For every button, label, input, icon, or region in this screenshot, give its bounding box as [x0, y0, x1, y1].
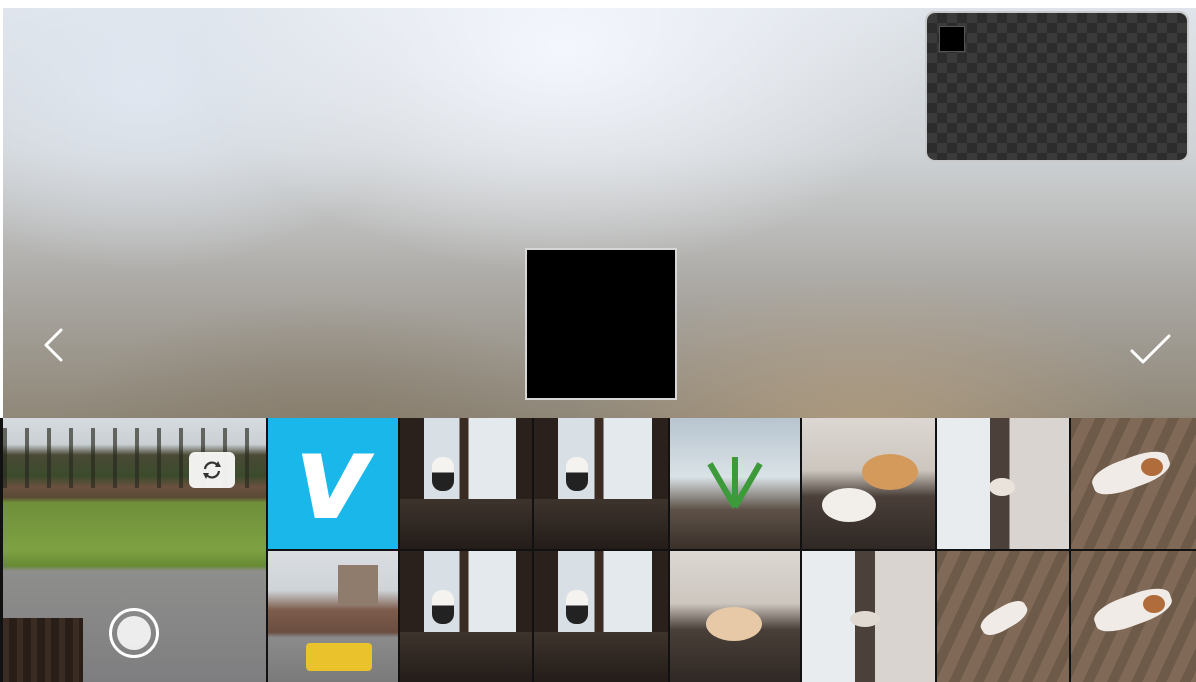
- gallery-item[interactable]: [534, 418, 668, 549]
- thumb-sofa: [534, 632, 668, 682]
- vimeo-logo-icon: v: [294, 418, 372, 546]
- thumb-sofa: [400, 499, 532, 549]
- camera-flip-icon[interactable]: [189, 452, 235, 488]
- thumb-dog: [989, 478, 1015, 496]
- thumb-dog: [431, 590, 454, 625]
- gallery-item[interactable]: [670, 551, 800, 682]
- gallery-item[interactable]: [400, 551, 532, 682]
- media-gallery: v: [0, 418, 1196, 682]
- thumb-dog-spot: [1141, 458, 1163, 476]
- thumb-dog: [1090, 582, 1176, 638]
- gallery-item[interactable]: [937, 418, 1069, 549]
- thumb-sofa: [534, 499, 668, 549]
- gallery-item[interactable]: [268, 551, 398, 682]
- shutter-inner: [117, 616, 151, 650]
- thumb-dog: [431, 457, 454, 492]
- camera-tile[interactable]: [3, 418, 266, 682]
- gallery-item[interactable]: [802, 551, 935, 682]
- thumb-dog: [1088, 445, 1174, 501]
- camera-tile-deck: [3, 618, 83, 682]
- thumb-dog: [706, 607, 762, 641]
- checkmark-icon[interactable]: [1127, 326, 1173, 372]
- thumb-dog: [566, 590, 589, 625]
- thumb-dog-spot: [1143, 595, 1165, 613]
- overlay-thumbnail[interactable]: [925, 11, 1189, 162]
- overlay-thumbnail-marker: [939, 26, 965, 52]
- gallery-item[interactable]: [670, 418, 800, 549]
- thumb-dog: [822, 488, 876, 522]
- chevron-left-icon[interactable]: [33, 322, 79, 368]
- gallery-item[interactable]: [1071, 418, 1196, 549]
- shutter-button-icon[interactable]: [109, 608, 159, 658]
- thumb-building: [338, 565, 378, 605]
- thumb-van: [306, 643, 372, 671]
- gallery-item-vimeo[interactable]: v: [268, 418, 398, 549]
- gallery-item[interactable]: [937, 551, 1069, 682]
- thumb-dog: [862, 454, 918, 490]
- gallery-item[interactable]: [534, 551, 668, 682]
- thumb-dog: [850, 611, 880, 627]
- thumb-sofa: [400, 632, 532, 682]
- gallery-item[interactable]: [400, 418, 532, 549]
- gallery-item[interactable]: [1071, 551, 1196, 682]
- gallery-item[interactable]: [802, 418, 935, 549]
- thumb-dog: [976, 595, 1032, 641]
- selected-media-placeholder[interactable]: [525, 248, 677, 400]
- thumb-dog: [566, 457, 589, 492]
